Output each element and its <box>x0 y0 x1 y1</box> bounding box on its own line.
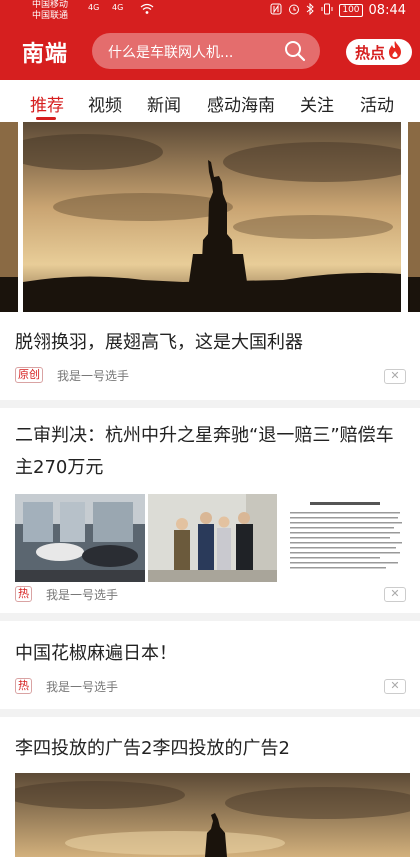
network-type-b: 4G <box>112 3 124 12</box>
battery-indicator: 100 <box>339 4 363 17</box>
app-logo[interactable]: 南端 <box>22 36 68 68</box>
article-meta: 热 我是一号选手 <box>15 585 118 603</box>
flame-icon <box>387 40 403 64</box>
hot-topics-label: 热点 <box>354 43 385 62</box>
article-thumbnails <box>15 494 411 582</box>
bluetooth-icon <box>306 2 315 18</box>
search-bar[interactable]: 什么是车联网人机... <box>92 33 320 69</box>
network-type-a: 4G <box>88 3 100 12</box>
banner-carousel[interactable] <box>0 122 420 312</box>
channel-tabs: 推荐 视频 新闻 感动海南 关注 活动 <box>0 80 420 122</box>
carrier-1: 中国移动 <box>32 0 69 10</box>
article-meta: 热 我是一号选手 <box>15 677 118 695</box>
tab-video[interactable]: 视频 <box>88 91 122 116</box>
app-header: 南端 什么是车联网人机... 热点 <box>0 22 420 80</box>
article-title[interactable]: 二审判决：杭州中升之星奔驰“退一赔三”赔偿车主270万元 <box>15 420 405 484</box>
dismiss-icon[interactable]: ✕ <box>384 587 406 602</box>
article-card[interactable]: 脱翎换羽，展翅高飞，这是大国利器 原创 我是一号选手 ✕ <box>0 312 420 400</box>
thumbnail-court-document[interactable] <box>280 494 411 582</box>
article-title[interactable]: 脱翎换羽，展翅高飞，这是大国利器 <box>15 327 405 359</box>
article-source[interactable]: 我是一号选手 <box>57 367 129 384</box>
tab-activities[interactable]: 活动 <box>360 91 394 116</box>
search-placeholder[interactable]: 什么是车联网人机... <box>108 42 233 62</box>
search-icon[interactable] <box>284 40 306 66</box>
vibrate-icon <box>321 3 333 18</box>
carrier-info: 中国移动 中国联通 <box>32 0 68 22</box>
tab-follow[interactable]: 关注 <box>300 91 334 116</box>
thumbnail-group-photo[interactable] <box>147 494 278 582</box>
banner-prev-slide[interactable] <box>0 122 18 312</box>
article-meta: 原创 我是一号选手 <box>15 366 129 384</box>
article-source[interactable]: 我是一号选手 <box>46 678 118 695</box>
nfc-icon <box>270 3 282 18</box>
hot-tag: 热 <box>15 586 32 602</box>
clock: 08:44 <box>368 3 406 18</box>
article-source[interactable]: 我是一号选手 <box>46 586 118 603</box>
thumbnail-car-dealership[interactable] <box>15 494 145 582</box>
dismiss-icon[interactable]: ✕ <box>384 679 406 694</box>
banner-next-slide[interactable] <box>408 122 420 312</box>
original-tag: 原创 <box>15 367 43 383</box>
hot-topics-button[interactable]: 热点 <box>346 39 412 65</box>
ad-card[interactable]: 李四投放的广告2李四投放的广告2 <box>0 717 420 857</box>
carrier-2: 中国联通 <box>32 11 69 21</box>
article-title[interactable]: 中国花椒麻遍日本！ <box>15 638 405 670</box>
article-card[interactable]: 二审判决：杭州中升之星奔驰“退一赔三”赔偿车主270万元 热 我是一号选手 ✕ <box>0 408 420 613</box>
active-tab-indicator <box>36 117 56 120</box>
dismiss-icon[interactable]: ✕ <box>384 369 406 384</box>
wifi-icon <box>140 3 154 17</box>
tab-recommended[interactable]: 推荐 <box>30 91 64 116</box>
hot-tag: 热 <box>15 678 32 694</box>
banner-image[interactable] <box>23 122 401 312</box>
tab-moving-hainan[interactable]: 感动海南 <box>207 91 275 116</box>
alarm-icon <box>288 3 300 18</box>
ad-title[interactable]: 李四投放的广告2李四投放的广告2 <box>15 733 405 765</box>
ad-image[interactable] <box>15 773 410 857</box>
tab-news[interactable]: 新闻 <box>147 91 181 116</box>
article-card[interactable]: 中国花椒麻遍日本！ 热 我是一号选手 ✕ <box>0 621 420 709</box>
status-bar: 中国移动 中国联通 4G 4G 100 08:44 <box>0 0 420 22</box>
